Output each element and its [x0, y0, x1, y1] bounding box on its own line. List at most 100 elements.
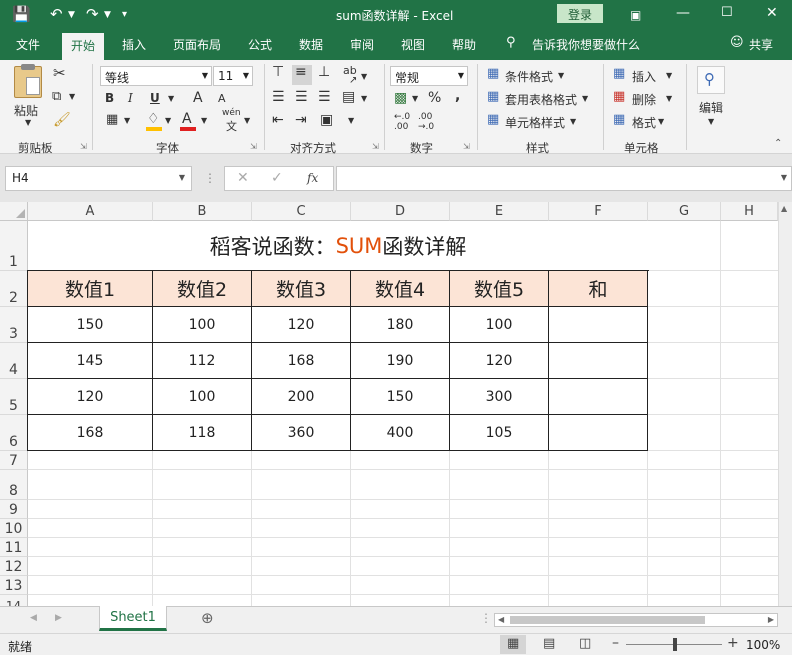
page-layout-view-icon[interactable]: ▤ [543, 636, 555, 651]
row-header-6[interactable]: 6 [0, 415, 28, 451]
column-header-b[interactable]: B [153, 202, 252, 221]
align-middle-icon[interactable]: ≡ [295, 64, 307, 80]
login-button[interactable]: 登录 [557, 4, 603, 23]
table-header-cell[interactable]: 数值2 [153, 271, 252, 307]
scroll-up-icon[interactable]: ▲ [781, 204, 787, 213]
table-header-cell[interactable]: 数值1 [28, 271, 153, 307]
grow-font-button[interactable]: A [193, 90, 203, 106]
editing-button[interactable]: ⚲ [697, 66, 725, 94]
row-header-2[interactable]: 2 [0, 271, 28, 307]
align-right-icon[interactable]: ☰ [318, 89, 331, 105]
table-cell[interactable]: 105 [450, 415, 549, 451]
maximize-icon[interactable]: ☐ [721, 5, 733, 20]
merge-center-icon[interactable]: ▣ [320, 112, 333, 128]
tell-me-search[interactable]: 告诉我你想要做什么 [532, 36, 640, 53]
number-format-select[interactable]: 常规 ▼ [390, 66, 468, 86]
tab-review[interactable]: 审阅 [350, 36, 374, 53]
row-header-10[interactable]: 10 [0, 519, 28, 538]
borders-icon[interactable]: ▦ [106, 112, 118, 127]
table-cell[interactable]: 150 [351, 379, 450, 415]
row-header-11[interactable]: 11 [0, 538, 28, 557]
row-header-4[interactable]: 4 [0, 343, 28, 379]
decrease-decimal-icon[interactable]: .00 →.0 [418, 112, 434, 132]
tab-page-layout[interactable]: 页面布局 [173, 36, 221, 53]
add-sheet-icon[interactable]: ⊕ [201, 609, 214, 627]
worksheet-grid[interactable]: A B C D E F G H 1 2 3 4 5 6 7 8 9 10 11 … [0, 202, 778, 606]
alignment-launcher-icon[interactable]: ⇲ [372, 142, 379, 151]
table-cell[interactable]: 200 [252, 379, 351, 415]
phonetic-dropdown-icon[interactable]: ▼ [244, 116, 250, 125]
table-cell[interactable]: 100 [450, 307, 549, 343]
column-header-g[interactable]: G [648, 202, 721, 221]
ribbon-display-icon[interactable]: ▣ [630, 8, 641, 22]
increase-decimal-icon[interactable]: ←.0.00 [394, 112, 410, 132]
accounting-format-icon[interactable]: ▩ [394, 90, 407, 106]
row-header-5[interactable]: 5 [0, 379, 28, 415]
normal-view-icon[interactable]: ▦ [507, 636, 519, 651]
paste-label[interactable]: 粘贴 [14, 102, 38, 119]
horizontal-scroll-thumb[interactable] [510, 616, 705, 624]
scroll-right-icon[interactable]: ▶ [768, 615, 774, 624]
minimize-icon[interactable]: — [676, 5, 690, 21]
close-icon[interactable]: ✕ [766, 5, 778, 21]
table-cell[interactable]: 400 [351, 415, 450, 451]
align-left-icon[interactable]: ☰ [272, 89, 285, 105]
row-header-14[interactable]: 14 [0, 595, 28, 606]
format-dropdown-icon[interactable]: ▼ [658, 117, 664, 126]
insert-dropdown-icon[interactable]: ▼ [666, 71, 672, 80]
table-cell[interactable]: 145 [28, 343, 153, 379]
row-header-7[interactable]: 7 [0, 451, 28, 470]
paste-icon[interactable] [14, 64, 42, 98]
table-cell[interactable]: 118 [153, 415, 252, 451]
copy-dropdown-icon[interactable]: ▼ [69, 92, 75, 101]
horizontal-scrollbar[interactable]: ◀ ▶ [494, 613, 778, 627]
table-cell[interactable]: 180 [351, 307, 450, 343]
percent-button[interactable]: % [428, 90, 441, 106]
underline-dropdown-icon[interactable]: ▼ [168, 94, 174, 103]
editing-dropdown-icon[interactable]: ▼ [708, 117, 714, 126]
insert-function-button[interactable]: fx [307, 171, 318, 185]
shrink-font-button[interactable]: A [218, 92, 226, 105]
font-name-select[interactable]: 等线 ▼ [100, 66, 212, 86]
tab-file[interactable]: 文件 [16, 36, 40, 53]
cell-styles-button[interactable]: 单元格样式 [505, 114, 565, 131]
tab-data[interactable]: 数据 [299, 36, 323, 53]
undo-icon[interactable]: ↶ [50, 5, 63, 23]
name-box-dropdown-icon[interactable]: ▼ [179, 173, 185, 182]
table-cell[interactable] [549, 379, 648, 415]
table-cell[interactable]: 120 [450, 343, 549, 379]
paste-dropdown-icon[interactable]: ▼ [25, 118, 31, 127]
row-header-13[interactable]: 13 [0, 576, 28, 595]
copy-icon[interactable]: ⧉ [52, 89, 61, 104]
cut-icon[interactable]: ✂ [53, 64, 66, 82]
delete-cells-button[interactable]: 删除 [632, 91, 656, 108]
accounting-dropdown-icon[interactable]: ▼ [412, 94, 418, 103]
format-painter-icon[interactable]: 🖌 [53, 112, 71, 128]
decrease-indent-icon[interactable]: ⇤ [272, 112, 284, 128]
fbar-resize-handle[interactable]: ⋮ [204, 171, 216, 185]
format-cells-button[interactable]: 格式 [632, 114, 656, 131]
column-header-f[interactable]: F [549, 202, 648, 221]
clipboard-launcher-icon[interactable]: ⇲ [80, 142, 87, 151]
zoom-in-icon[interactable]: + [727, 635, 739, 651]
table-cell[interactable]: 190 [351, 343, 450, 379]
table-cell[interactable]: 120 [252, 307, 351, 343]
tab-view[interactable]: 视图 [401, 36, 425, 53]
table-cell[interactable]: 360 [252, 415, 351, 451]
sheet-tab-sheet1[interactable]: Sheet1 [99, 606, 167, 631]
undo-dropdown-icon[interactable]: ▼ [68, 10, 75, 20]
merge-dropdown-icon[interactable]: ▼ [348, 116, 354, 125]
italic-button[interactable]: I [128, 91, 133, 105]
table-cell[interactable] [549, 343, 648, 379]
table-header-cell[interactable]: 数值4 [351, 271, 450, 307]
save-icon[interactable]: 💾 [12, 5, 31, 23]
number-launcher-icon[interactable]: ⇲ [463, 142, 470, 151]
table-cell[interactable] [549, 307, 648, 343]
enter-icon[interactable]: ✓ [271, 170, 283, 186]
next-sheet-icon[interactable]: ▶ [55, 613, 62, 623]
font-color-dropdown-icon[interactable]: ▼ [201, 116, 207, 125]
table-cell[interactable]: 120 [28, 379, 153, 415]
table-cell[interactable]: 168 [28, 415, 153, 451]
redo-dropdown-icon[interactable]: ▼ [104, 10, 111, 20]
cancel-icon[interactable]: ✕ [237, 170, 249, 186]
